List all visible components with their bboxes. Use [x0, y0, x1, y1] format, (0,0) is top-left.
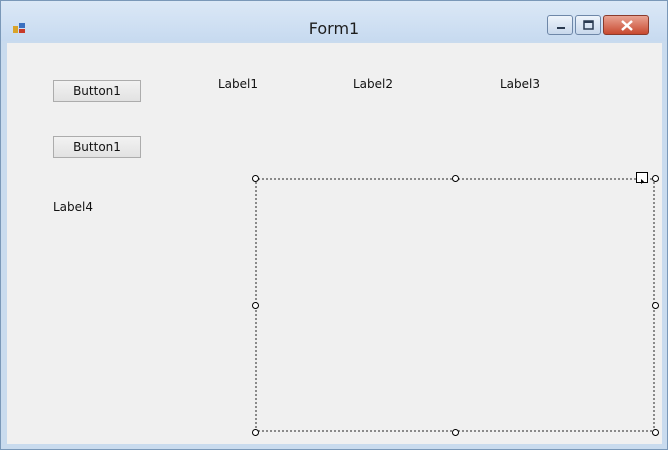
close-icon: [621, 20, 633, 31]
maximize-button[interactable]: [575, 15, 601, 35]
resize-handle-bottom-right[interactable]: [652, 429, 659, 436]
resize-handle-top-left[interactable]: [252, 175, 259, 182]
close-button[interactable]: [603, 15, 649, 35]
selected-control-bounds[interactable]: [255, 178, 655, 432]
minimize-icon: [557, 27, 565, 29]
label2[interactable]: Label2: [353, 77, 393, 91]
button1-top[interactable]: Button1: [53, 80, 141, 102]
resize-handle-middle-right[interactable]: [652, 302, 659, 309]
resize-handle-bottom-left[interactable]: [252, 429, 259, 436]
resize-handle-bottom-middle[interactable]: [452, 429, 459, 436]
smart-tag-button[interactable]: [636, 172, 648, 184]
title-bar[interactable]: Form1: [1, 1, 667, 41]
button1-bottom[interactable]: Button1: [53, 136, 141, 158]
label4[interactable]: Label4: [53, 200, 93, 214]
resize-handle-top-right[interactable]: [652, 175, 659, 182]
smart-tag-icon: [641, 179, 644, 184]
resize-handle-top-middle[interactable]: [452, 175, 459, 182]
label3[interactable]: Label3: [500, 77, 540, 91]
minimize-button[interactable]: [547, 15, 573, 35]
maximize-icon: [583, 20, 594, 30]
label1[interactable]: Label1: [218, 77, 258, 91]
resize-handle-middle-left[interactable]: [252, 302, 259, 309]
